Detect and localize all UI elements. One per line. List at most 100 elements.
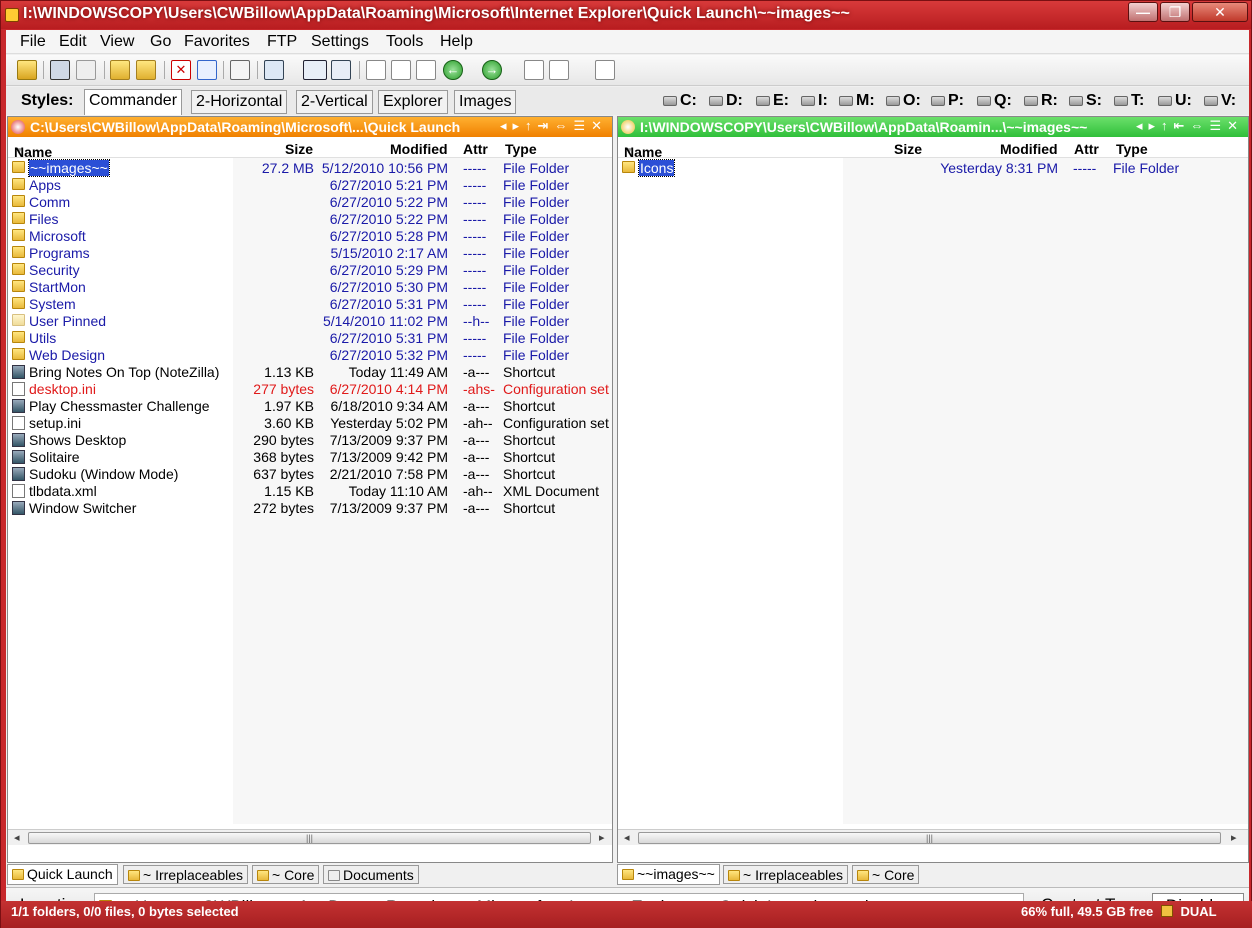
properties-icon[interactable] xyxy=(524,60,544,80)
back-arrow-icon[interactable]: ← xyxy=(443,60,463,80)
drive-c[interactable]: C: xyxy=(663,92,697,110)
scroll-right-icon[interactable]: ▸ xyxy=(1231,831,1237,844)
style-tab-explorer[interactable]: Explorer xyxy=(378,90,448,114)
right-file-pane[interactable]: I:\WINDOWSCOPY\Users\CWBillow\AppData\Ro… xyxy=(617,116,1249,863)
file-row[interactable]: User Pinned 5/14/2010 11:02 PM --h-- File F… xyxy=(8,313,612,330)
left-pane-header[interactable]: C:\Users\CWBillow\AppData\Roaming\Micros… xyxy=(8,117,612,137)
menu-favorites[interactable]: Favorites xyxy=(184,33,250,51)
menu-edit[interactable]: Edit xyxy=(59,33,87,51)
menu-settings[interactable]: Settings xyxy=(311,33,369,51)
tab-core[interactable]: ~ Core xyxy=(252,865,320,884)
style-tab-2-vertical[interactable]: 2-Vertical xyxy=(296,90,373,114)
file-row[interactable]: Window Switcher 272 bytes 7/13/2009 9:37 P… xyxy=(8,500,612,517)
file-row[interactable]: desktop.ini 277 bytes 6/27/2010 4:14 PM -ah… xyxy=(8,381,612,398)
tab-irreplaceables[interactable]: ~ Irreplaceables xyxy=(123,865,249,884)
copy-to-icon[interactable] xyxy=(366,60,386,80)
drive-t[interactable]: T: xyxy=(1114,92,1144,110)
pointer-icon[interactable] xyxy=(76,60,96,80)
maximize-button[interactable]: ❐ xyxy=(1160,2,1190,22)
tab-images[interactable]: ~~images~~ xyxy=(617,864,720,885)
file-row[interactable]: Microsoft 6/27/2010 5:28 PM ----- File Fold… xyxy=(8,228,612,245)
tab-irreplaceables[interactable]: ~ Irreplaceables xyxy=(723,865,849,884)
menu-go[interactable]: Go xyxy=(150,33,171,51)
file-row[interactable]: Sudoku (Window Mode) 637 bytes 2/21/2010 7… xyxy=(8,466,612,483)
menu-ftp[interactable]: FTP xyxy=(267,33,297,51)
drive-o[interactable]: O: xyxy=(886,92,921,110)
menu-tools[interactable]: Tools xyxy=(386,33,423,51)
menu-help[interactable]: Help xyxy=(440,33,473,51)
dual-pane-icon[interactable] xyxy=(303,60,327,80)
file-row[interactable]: ~~images~~ 27.2 MB 5/12/2010 10:56 PM -----… xyxy=(8,159,612,177)
column-modified[interactable]: Modified xyxy=(390,141,448,157)
tab-quick-launch[interactable]: Quick Launch xyxy=(7,864,118,885)
edit-icon[interactable] xyxy=(549,60,569,80)
single-pane-icon[interactable] xyxy=(331,60,351,80)
column-size[interactable]: Size xyxy=(285,141,313,157)
close-button[interactable]: ✕ xyxy=(1192,2,1248,22)
drive-m[interactable]: M: xyxy=(839,92,875,110)
scroll-thumb[interactable]: ||| xyxy=(638,832,1221,844)
app-icon[interactable] xyxy=(5,8,19,22)
forward-arrow-icon[interactable]: → xyxy=(482,60,502,80)
paste-icon[interactable] xyxy=(416,60,436,80)
file-row[interactable]: Shows Desktop 290 bytes 7/13/2009 9:37 PM -… xyxy=(8,432,612,449)
column-modified[interactable]: Modified xyxy=(1000,141,1058,157)
tab-documents[interactable]: Documents xyxy=(323,865,419,884)
copy-icon[interactable] xyxy=(391,60,411,80)
column-name[interactable]: Name ▼ xyxy=(14,141,52,160)
left-file-pane[interactable]: C:\Users\CWBillow\AppData\Roaming\Micros… xyxy=(7,116,613,863)
up-folder-icon[interactable] xyxy=(17,60,37,80)
style-tab-images[interactable]: Images xyxy=(454,90,517,114)
menu-view[interactable]: View xyxy=(100,33,134,51)
pane-nav-buttons[interactable]: ◂▸↑⇤⇔☰✕ xyxy=(1136,118,1244,134)
style-tab-2-horizontal[interactable]: 2-Horizontal xyxy=(191,90,288,114)
right-pane-header[interactable]: I:\WINDOWSCOPY\Users\CWBillow\AppData\Ro… xyxy=(618,117,1248,137)
column-attr[interactable]: Attr xyxy=(1074,141,1099,157)
column-type[interactable]: Type xyxy=(505,141,537,157)
scroll-thumb[interactable]: ||| xyxy=(28,832,591,844)
file-row[interactable]: Security 6/27/2010 5:29 PM ----- File Folde… xyxy=(8,262,612,279)
file-row[interactable]: Files 6/27/2010 5:22 PM ----- File Folder xyxy=(8,211,612,228)
file-row[interactable]: Bring Notes On Top (NoteZilla) 1.13 KB Tod… xyxy=(8,364,612,381)
right-horizontal-scrollbar[interactable]: ◂ ||| ▸ xyxy=(618,829,1248,845)
notes-icon[interactable] xyxy=(595,60,615,80)
column-name[interactable]: Name ▼ xyxy=(624,141,662,160)
pane-nav-buttons[interactable]: ◂▸↑⇥⇔☰✕ xyxy=(500,118,608,134)
minimize-button[interactable]: — xyxy=(1128,2,1158,22)
file-row[interactable]: Solitaire 368 bytes 7/13/2009 9:42 PM -a---… xyxy=(8,449,612,466)
style-tab-commander[interactable]: Commander xyxy=(84,89,183,115)
scroll-left-icon[interactable]: ◂ xyxy=(624,831,630,844)
column-attr[interactable]: Attr xyxy=(463,141,488,157)
column-type[interactable]: Type xyxy=(1116,141,1148,157)
scroll-right-icon[interactable]: ▸ xyxy=(599,831,605,844)
drive-e[interactable]: E: xyxy=(756,92,789,110)
file-row[interactable]: System 6/27/2010 5:31 PM ----- File Folder xyxy=(8,296,612,313)
tab-core[interactable]: ~ Core xyxy=(852,865,920,884)
column-size[interactable]: Size xyxy=(894,141,922,157)
drive-p[interactable]: P: xyxy=(931,92,964,110)
left-horizontal-scrollbar[interactable]: ◂ ||| ▸ xyxy=(8,829,612,845)
file-row[interactable]: Programs 5/15/2010 2:17 AM ----- File Folde… xyxy=(8,245,612,262)
file-row[interactable]: setup.ini 3.60 KB Yesterday 5:02 PM -ah-- Co… xyxy=(8,415,612,432)
drive-i[interactable]: I: xyxy=(801,92,828,110)
file-row[interactable]: StartMon 6/27/2010 5:30 PM ----- File Folde… xyxy=(8,279,612,296)
file-row[interactable]: Play Chessmaster Challenge 1.97 KB 6/18/20… xyxy=(8,398,612,415)
drive-v[interactable]: V: xyxy=(1204,92,1236,110)
file-row[interactable]: Icons Yesterday 8:31 PM ----- File Folder xyxy=(618,159,1248,177)
file-row[interactable]: tlbdata.xml 1.15 KB Today 11:10 AM -ah-- XML… xyxy=(8,483,612,500)
drive-r[interactable]: R: xyxy=(1024,92,1058,110)
find-icon[interactable] xyxy=(230,60,250,80)
view-mode-icon[interactable] xyxy=(264,60,284,80)
file-row[interactable]: Apps 6/27/2010 5:21 PM ----- File Folder xyxy=(8,177,612,194)
rename-icon[interactable] xyxy=(136,60,156,80)
select-cursor-icon[interactable] xyxy=(50,60,70,80)
file-row[interactable]: Utils 6/27/2010 5:31 PM ----- File Folder xyxy=(8,330,612,347)
drive-d[interactable]: D: xyxy=(709,92,743,110)
dual-mode-label[interactable]: DUAL xyxy=(1180,904,1216,919)
delete-icon[interactable]: ✕ xyxy=(171,60,191,80)
new-folder-icon[interactable] xyxy=(110,60,130,80)
drive-s[interactable]: S: xyxy=(1069,92,1102,110)
scroll-left-icon[interactable]: ◂ xyxy=(14,831,20,844)
drive-u[interactable]: U: xyxy=(1158,92,1192,110)
file-row[interactable]: Web Design 6/27/2010 5:32 PM ----- File Fol… xyxy=(8,347,612,364)
